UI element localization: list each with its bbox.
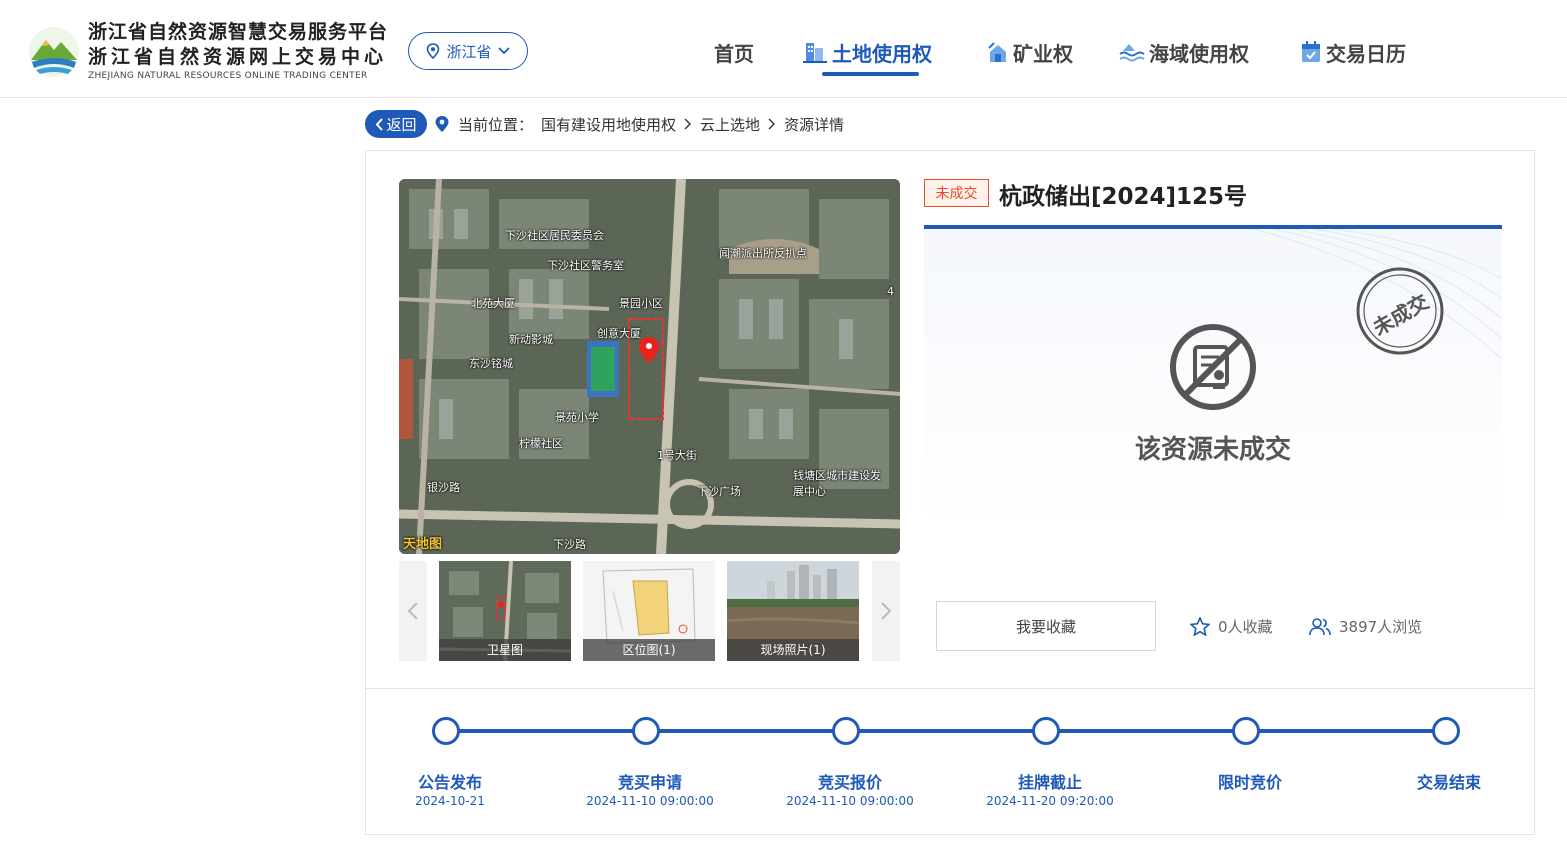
resource-detail-card: 下沙社区居民委员会 下沙社区警务室 闻潮派出所反扒点 北苑大厦 景园小区 创意大… bbox=[365, 150, 1535, 835]
no-transaction-icon bbox=[1170, 324, 1256, 410]
timeline-step-label: 交易结束 bbox=[1416, 773, 1481, 792]
nav-active-underline bbox=[822, 72, 919, 76]
map-label-primary-school: 景苑小学 bbox=[555, 411, 599, 424]
thumbnail-strip: 卫星图 区位图(1) 现场照片(1) bbox=[399, 561, 900, 661]
brand-text[interactable]: 浙江省自然资源智慧交易服务平台 浙江省自然资源网上交易中心 ZHEJIANG N… bbox=[88, 20, 388, 82]
nav-mining-right-label: 矿业权 bbox=[1013, 41, 1073, 66]
thumbnail-satellite[interactable]: 卫星图 bbox=[439, 561, 571, 661]
map-label-residents-committee: 下沙社区居民委员会 bbox=[505, 229, 604, 242]
timeline-track bbox=[446, 729, 1446, 733]
breadcrumb-item-state-land[interactable]: 国有建设用地使用权 bbox=[541, 114, 676, 135]
nav-trade-calendar-label: 交易日历 bbox=[1326, 41, 1406, 66]
timeline-step-label: 公告发布 bbox=[417, 773, 482, 792]
map-label-yinsha-road: 银沙路 bbox=[427, 481, 460, 494]
users-icon bbox=[1309, 617, 1331, 635]
views-count-text: 3897人浏览 bbox=[1339, 617, 1423, 636]
timeline-step-label: 竞买申请 bbox=[617, 773, 682, 792]
timeline-node-bidding bbox=[832, 717, 860, 745]
timeline-node-listing-deadline bbox=[1032, 717, 1060, 745]
satellite-map[interactable]: 下沙社区居民委员会 下沙社区警务室 闻潮派出所反扒点 北苑大厦 景园小区 创意大… bbox=[399, 179, 900, 554]
brand-title-english: ZHEJIANG NATURAL RESOURCES ONLINE TRADIN… bbox=[88, 71, 368, 81]
nav-home-label: 首页 bbox=[714, 41, 754, 66]
wave-icon bbox=[1119, 44, 1145, 62]
views-count: 3897人浏览 bbox=[1309, 613, 1422, 639]
calendar-icon bbox=[1302, 41, 1320, 62]
location-pin-icon bbox=[427, 43, 440, 59]
map-label-cinema: 新动影城 bbox=[509, 333, 553, 346]
nav-trade-calendar[interactable]: 交易日历 bbox=[1300, 32, 1406, 72]
timeline-step-label: 竞买报价 bbox=[817, 773, 882, 792]
map-label-lemon-community: 柠檬社区 bbox=[519, 437, 563, 450]
map-label-jingyuan-community: 景园小区 bbox=[619, 297, 663, 310]
favorite-button[interactable]: 我要收藏 bbox=[936, 601, 1156, 651]
location-pin-icon bbox=[435, 116, 449, 132]
chevron-right-icon bbox=[768, 118, 776, 130]
map-label-xiasha-square: 下沙广场 bbox=[697, 485, 741, 498]
map-label-edge-number: 4 bbox=[887, 285, 894, 298]
mine-icon bbox=[988, 42, 1006, 62]
card-divider bbox=[366, 688, 1534, 689]
thumbnail-next-button[interactable] bbox=[872, 561, 900, 661]
status-badge: 未成交 bbox=[924, 179, 989, 207]
nav-sea-area-right[interactable]: 海域使用权 bbox=[1119, 32, 1249, 72]
map-watermark: 天地图 bbox=[403, 537, 443, 552]
back-button-label: 返回 bbox=[386, 115, 417, 134]
thumbnail-site-photo[interactable]: 现场照片(1) bbox=[727, 561, 859, 661]
timeline-step-date: 2024-11-10 09:00:00 bbox=[786, 794, 914, 808]
timeline-node-announcement bbox=[432, 717, 460, 745]
map-label-dongsha: 东沙铭城 bbox=[469, 357, 513, 370]
brand-title-primary: 浙江省自然资源智慧交易服务平台 bbox=[88, 21, 389, 43]
building-icon bbox=[803, 43, 827, 63]
breadcrumb-prefix: 当前位置： bbox=[458, 115, 534, 134]
map-label-police-station: 闻潮派出所反扒点 bbox=[719, 247, 807, 260]
result-text: 该资源未成交 bbox=[1134, 435, 1291, 465]
chevron-right-icon bbox=[881, 602, 892, 620]
nav-land-use-right[interactable]: 土地使用权 bbox=[802, 32, 932, 72]
nav-mining-right[interactable]: 矿业权 bbox=[987, 32, 1073, 72]
map-label-avenue-1: 1号大街 bbox=[657, 449, 697, 462]
province-selector[interactable]: 浙江省 bbox=[408, 32, 528, 70]
star-icon bbox=[1190, 616, 1210, 636]
chevron-down-icon bbox=[497, 47, 510, 55]
timeline-step-date: 2024-11-20 09:20:00 bbox=[986, 794, 1114, 808]
map-label-creative-building: 创意大厦 bbox=[597, 327, 641, 340]
resource-title: 杭政储出[2024]125号 bbox=[999, 184, 1248, 210]
breadcrumb-item-cloud-select[interactable]: 云上选地 bbox=[700, 114, 760, 135]
thumbnail-caption: 现场照片(1) bbox=[727, 639, 859, 661]
province-label: 浙江省 bbox=[446, 42, 492, 61]
thumbnail-prev-button[interactable] bbox=[399, 561, 427, 661]
breadcrumb-item-resource-detail: 资源详情 bbox=[784, 115, 845, 134]
nav-sea-area-right-label: 海域使用权 bbox=[1149, 41, 1249, 66]
timeline-step-date: 2024-10-21 bbox=[415, 794, 485, 808]
map-label-beiyuan-building: 北苑大厦 bbox=[471, 297, 515, 310]
brand-title-secondary: 浙江省自然资源网上交易中心 bbox=[88, 46, 388, 68]
thumbnail-caption: 区位图(1) bbox=[583, 639, 715, 661]
timeline-node-trade-end bbox=[1432, 717, 1460, 745]
platform-logo-icon[interactable] bbox=[28, 26, 80, 78]
map-label-construction-center: 钱塘区城市建设发展中心 bbox=[793, 469, 881, 498]
chevron-right-icon bbox=[684, 118, 692, 130]
site-header: 浙江省自然资源智慧交易服务平台 浙江省自然资源网上交易中心 ZHEJIANG N… bbox=[0, 6, 1567, 98]
map-label-xiasha-road: 下沙路 bbox=[553, 538, 586, 551]
chevron-left-icon bbox=[407, 602, 418, 620]
timeline-step-label: 挂牌截止 bbox=[1017, 773, 1082, 792]
nav-land-use-right-label: 土地使用权 bbox=[832, 41, 932, 66]
timeline-node-application bbox=[632, 717, 660, 745]
map-label-police-room: 下沙社区警务室 bbox=[547, 259, 624, 272]
breadcrumb: 当前位置： 国有建设用地使用权 云上选地 资源详情 bbox=[434, 112, 844, 136]
timeline-node-timed-bidding bbox=[1232, 717, 1260, 745]
thumbnail-location-plan[interactable]: 区位图(1) bbox=[583, 561, 715, 661]
back-button[interactable]: 返回 bbox=[365, 110, 427, 138]
timeline-step-label: 限时竞价 bbox=[1217, 773, 1282, 792]
favorites-count-text: 0人收藏 bbox=[1218, 617, 1273, 636]
timeline-step-date: 2024-11-10 09:00:00 bbox=[586, 794, 714, 808]
nav-home[interactable]: 首页 bbox=[714, 32, 754, 72]
result-panel: 未成交 该资源未成交 bbox=[924, 229, 1502, 529]
favorites-count: 0人收藏 bbox=[1190, 613, 1273, 639]
thumbnail-caption: 卫星图 bbox=[439, 639, 571, 661]
chevron-left-icon bbox=[376, 117, 384, 131]
